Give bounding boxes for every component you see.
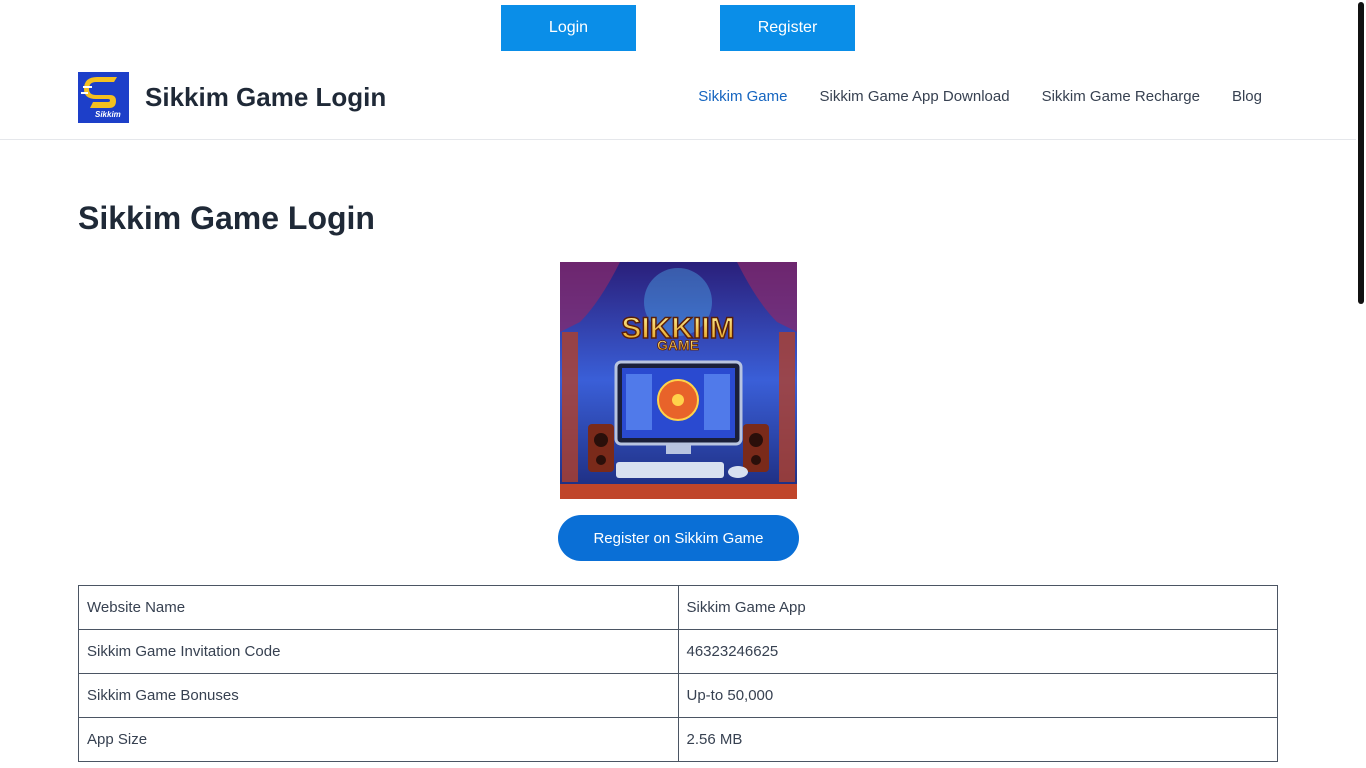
hero-image: SIKKIIM GAME bbox=[560, 262, 797, 499]
logo-s-icon: Sikkim bbox=[78, 72, 129, 123]
table-cell-label: Sikkim Game Invitation Code bbox=[78, 629, 679, 674]
main-nav: Sikkim Game Sikkim Game App Download Sik… bbox=[698, 88, 1262, 105]
nav-item-blog[interactable]: Blog bbox=[1232, 88, 1262, 105]
top-auth-bar: Login Register bbox=[0, 5, 1356, 51]
nav-item-app-download[interactable]: Sikkim Game App Download bbox=[819, 88, 1009, 105]
site-title[interactable]: Sikkim Game Login bbox=[145, 82, 386, 113]
table-row: App Size 2.56 MB bbox=[78, 717, 1278, 762]
register-button[interactable]: Register bbox=[720, 5, 855, 51]
table-cell-label: Sikkim Game Bonuses bbox=[78, 673, 679, 718]
page-scrollbar[interactable] bbox=[1358, 2, 1364, 304]
svg-text:Sikkim: Sikkim bbox=[95, 110, 121, 119]
table-row: Sikkim Game Invitation Code 46323246625 bbox=[78, 629, 1278, 674]
table-cell-value: Up-to 50,000 bbox=[677, 673, 1278, 718]
page-title: Sikkim Game Login bbox=[78, 200, 375, 236]
site-logo[interactable]: Sikkim bbox=[78, 72, 129, 123]
info-table: Website Name Sikkim Game App Sikkim Game… bbox=[78, 585, 1278, 762]
table-row: Website Name Sikkim Game App bbox=[78, 585, 1278, 630]
table-cell-value: 46323246625 bbox=[677, 629, 1278, 674]
nav-item-sikkim-game[interactable]: Sikkim Game bbox=[698, 88, 787, 105]
site-header: Sikkim Sikkim Game Login Sikkim Game Sik… bbox=[0, 60, 1356, 140]
table-cell-label: App Size bbox=[78, 717, 679, 762]
table-cell-value: 2.56 MB bbox=[677, 717, 1278, 762]
login-button[interactable]: Login bbox=[501, 5, 636, 51]
nav-item-recharge[interactable]: Sikkim Game Recharge bbox=[1042, 88, 1200, 105]
register-cta-button[interactable]: Register on Sikkim Game bbox=[558, 515, 799, 561]
svg-text:GAME: GAME bbox=[657, 337, 699, 353]
table-row: Sikkim Game Bonuses Up-to 50,000 bbox=[78, 673, 1278, 718]
table-cell-value: Sikkim Game App bbox=[677, 585, 1278, 630]
table-cell-label: Website Name bbox=[78, 585, 679, 630]
